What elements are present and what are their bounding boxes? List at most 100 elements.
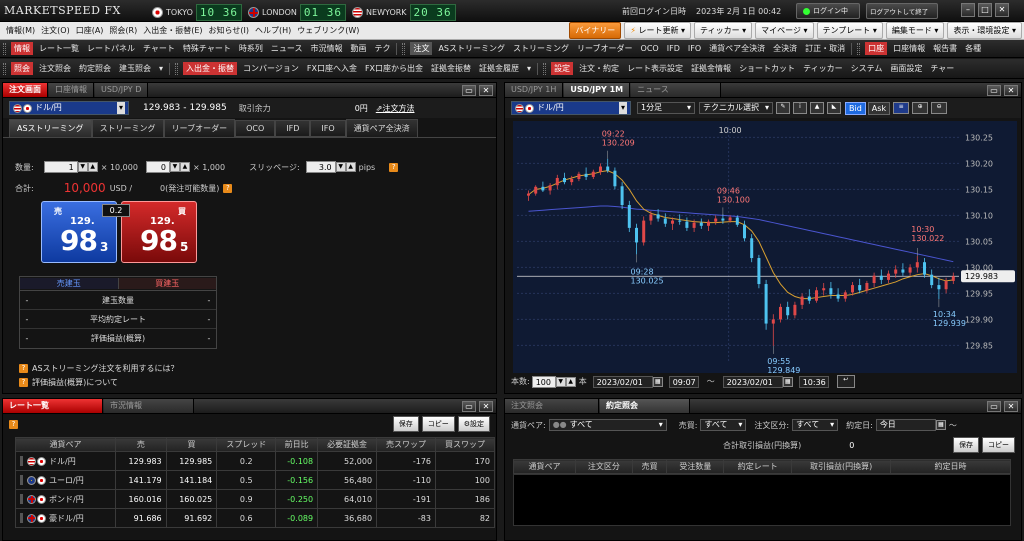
grip-handle[interactable] — [857, 42, 861, 55]
rate-pair-cell[interactable]: ドル/円 — [15, 451, 116, 471]
menu-help[interactable]: ヘルプ(H) — [255, 25, 291, 36]
bid-cell[interactable]: 129.983 — [115, 451, 167, 471]
tb-modify-cancel[interactable]: 訂正・取消 — [801, 43, 849, 54]
col-exec-time[interactable]: 約定日時 — [890, 459, 1011, 474]
buy-button[interactable]: 買 129. 98 5 — [121, 201, 197, 263]
tb-streaming[interactable]: ストリーミング — [509, 43, 573, 54]
subtab-streaming[interactable]: ストリーミング — [91, 119, 164, 138]
grip-handle[interactable] — [175, 62, 179, 75]
subtab-leave-order[interactable]: リーブオーダー — [163, 119, 236, 138]
edit-mode-button[interactable]: 編集モード ▾ — [885, 22, 945, 39]
subtab-as-streaming[interactable]: ASストリーミング — [9, 119, 92, 138]
qty-input-1000[interactable]: 0 — [145, 161, 170, 173]
display-settings-button[interactable]: 表示・環境設定 ▾ — [947, 22, 1022, 39]
col-pair[interactable]: 通貨ペア — [513, 459, 576, 474]
info-icon[interactable]: i — [793, 102, 807, 114]
binary-button[interactable]: バイナリー — [569, 22, 622, 39]
col-margin[interactable]: 必要証拠金 — [317, 437, 378, 452]
ask-cell[interactable]: 160.025 — [165, 489, 218, 509]
grip-handle[interactable] — [3, 62, 6, 75]
menu-deposit[interactable]: 入出金・振替(E) — [143, 25, 202, 36]
pair-select[interactable]: ドル/円 ▾ — [9, 101, 129, 115]
pencil-icon[interactable]: ✎ — [776, 102, 790, 114]
login-status-button[interactable]: ログイン中 — [796, 3, 860, 19]
filter-date-input[interactable]: 今日 — [875, 419, 936, 431]
menu-order[interactable]: 注文(O) — [41, 25, 70, 36]
bid-cell[interactable]: 91.686 — [115, 508, 167, 528]
menu-account[interactable]: 口座(A) — [76, 25, 104, 36]
tb-tech[interactable]: テク — [370, 43, 394, 54]
chart-area[interactable]: 130.25 130.20 130.15 130.10 130.05 130.00 129.… — [513, 121, 1017, 375]
tb-screen-settings[interactable]: 画面設定 — [886, 63, 926, 74]
ask-cell[interactable]: 141.184 — [165, 470, 218, 490]
calendar-icon[interactable]: ▦ — [782, 376, 793, 387]
tb-account-info[interactable]: 口座情報 — [889, 43, 929, 54]
filter-type-select[interactable]: すべて ▾ — [792, 419, 839, 431]
ask-cell[interactable]: 129.985 — [165, 451, 218, 471]
rate-row[interactable]: ポンド/円 160.016 160.025 0.9 -0.250 64,010 -191 18… — [15, 489, 495, 509]
menu-inquiry[interactable]: 照会(R) — [109, 25, 137, 36]
drag-handle[interactable] — [20, 475, 23, 485]
mypage-button[interactable]: マイページ ▾ — [755, 22, 814, 39]
from-time-input[interactable]: 09:07 — [668, 375, 699, 388]
up-arrow-icon[interactable]: ▲ — [345, 162, 356, 172]
rate-pair-cell[interactable]: ポンド/円 — [15, 489, 116, 509]
chart-pair-select[interactable]: ドル/円 ▾ — [511, 101, 631, 115]
tb-exec-inquiry[interactable]: 約定照会 — [75, 63, 115, 74]
subtab-oco[interactable]: OCO — [235, 120, 276, 137]
restore-icon[interactable]: ▭ — [462, 84, 476, 96]
tb-fx-deposit[interactable]: FX口座へ入金 — [303, 63, 361, 74]
close-icon[interactable]: ✕ — [479, 400, 493, 412]
copy-button[interactable]: コピー — [982, 437, 1015, 453]
tb-system[interactable]: システム — [847, 63, 887, 74]
down-arrow-icon[interactable]: ▼ — [169, 162, 180, 172]
tb-ifo[interactable]: IFO — [684, 44, 705, 53]
down-arrow-icon[interactable]: ▼ — [335, 162, 346, 172]
zoom-in-icon[interactable]: ⊕ — [912, 102, 929, 114]
restore-icon[interactable]: ▭ — [987, 400, 1001, 412]
rate-pair-cell[interactable]: 豪ドル/円 — [15, 508, 116, 528]
tab-usdjpy-1m[interactable]: USD/JPY 1M — [564, 83, 631, 97]
grip-handle[interactable] — [3, 42, 6, 55]
tb-leave-order[interactable]: リーブオーダー — [573, 43, 637, 54]
tab-account-info[interactable]: 口座情報 — [49, 83, 94, 97]
tb-chart[interactable]: チャート — [139, 43, 179, 54]
tab-usdjpy-d[interactable]: USD/JPY D — [95, 83, 149, 97]
subtab-ifo[interactable]: IFO — [310, 120, 346, 137]
tb-margin-history[interactable]: 証拠金履歴 — [475, 63, 523, 74]
ticker-button[interactable]: ティッカー ▾ — [694, 22, 753, 39]
calendar-icon[interactable]: ▦ — [935, 420, 946, 430]
reset-icon[interactable]: ↩ — [836, 375, 855, 388]
tb-as-streaming[interactable]: ASストリーミング — [434, 43, 509, 54]
col-buy-swap[interactable]: 買スワップ — [435, 437, 495, 452]
up-arrow-icon[interactable]: ▲ — [87, 162, 98, 172]
zoom-out-icon[interactable]: ⊖ — [931, 102, 948, 114]
maximize-icon[interactable]: □ — [978, 3, 992, 17]
to-time-input[interactable]: 10:36 — [798, 375, 829, 388]
tb-rate-panel[interactable]: レートパネル — [83, 43, 139, 54]
tb-market[interactable]: 市況情報 — [306, 43, 346, 54]
help-icon[interactable]: ? — [9, 419, 18, 429]
col-spread[interactable]: スプレッド — [216, 437, 277, 452]
drag-handle[interactable] — [20, 456, 23, 466]
down-arrow-icon[interactable]: ▼ — [77, 162, 88, 172]
bid-button[interactable]: Bid — [845, 101, 866, 115]
copy-button[interactable]: コピー — [421, 416, 455, 432]
col-exec-rate[interactable]: 約定レート — [723, 459, 793, 474]
col-side[interactable]: 売買 — [631, 459, 668, 474]
help-icon[interactable]: ? — [389, 162, 399, 172]
menu-notice[interactable]: お知らせ(I) — [209, 25, 249, 36]
tb-oco[interactable]: OCO — [637, 44, 663, 53]
calendar-icon[interactable]: ▦ — [652, 376, 663, 387]
close-icon[interactable]: ✕ — [1004, 84, 1018, 96]
filter-pair-select[interactable]: ●● すべて ▾ — [548, 419, 667, 431]
tab-exec-inquiry[interactable]: 約定照会 — [600, 399, 690, 413]
up-arrow-icon[interactable]: ▲ — [565, 376, 576, 387]
tb-conversion[interactable]: コンバージョン — [239, 63, 303, 74]
tb-news[interactable]: ニュース — [267, 43, 307, 54]
qty-input-10000[interactable]: 1 — [43, 161, 78, 173]
technical-select[interactable]: テクニカル選択 ▾ — [699, 102, 773, 114]
tab-rate-list[interactable]: レート一覧 — [3, 399, 103, 413]
tab-order-screen[interactable]: 注文画面 — [3, 83, 48, 97]
ask-button[interactable]: Ask — [867, 101, 891, 115]
